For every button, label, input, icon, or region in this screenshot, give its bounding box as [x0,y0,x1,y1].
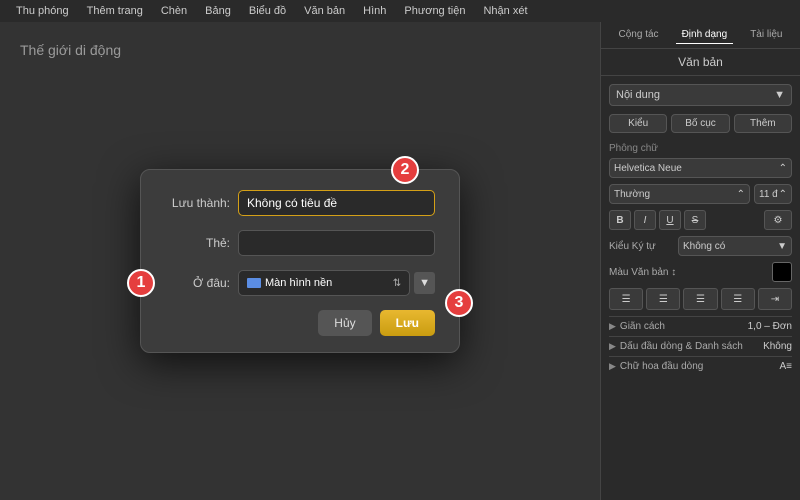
char-style-row: Kiểu Ký tự Không có ▼ [609,236,792,256]
list-section[interactable]: ▶ Dấu đầu dòng & Danh sách Không [609,336,792,356]
font-style-chevron-icon: ⌃ [737,189,745,200]
indent-button[interactable]: ⇥ [758,288,792,310]
spacing-section[interactable]: ▶ Giãn cách 1,0 – Đơn [609,316,792,336]
menu-thu-phong[interactable]: Thu phóng [8,3,77,19]
tab-tai-lieu[interactable]: Tài liệu [744,26,788,44]
sidebar-section-title: Văn bản [601,49,800,76]
badge-1: 1 [127,269,155,297]
align-center-button[interactable]: ☰ [646,288,680,310]
save-button[interactable]: Lưu [380,310,435,336]
caps-section[interactable]: ▶ Chữ hoa đầu dòng A≡ [609,356,792,376]
font-name-row: Helvetica Neue ⌃ [609,158,792,178]
menu-bieu-do[interactable]: Biểu đồ [241,3,294,19]
font-name-chevron-icon: ⌃ [779,163,787,174]
location-text: Màn hình nền [265,277,389,289]
spacing-label: Giãn cách [620,321,744,332]
more-styles-button[interactable]: ⚙ [764,210,792,230]
dialog-overlay: 1 2 3 Lưu thành: Thẻ: Ở đâu: [0,22,600,500]
cancel-button[interactable]: Hủy [318,310,371,336]
location-controls: Màn hình nền ⇅ ▼ [238,270,435,296]
badge-2: 2 [391,156,419,184]
spacing-value: 1,0 – Đơn [748,321,792,332]
spacing-chevron-icon: ▶ [609,321,616,332]
sidebar: Cộng tác Định dạng Tài liệu Văn bản Nội … [600,22,800,500]
caps-label: Chữ hoa đầu dòng [620,361,776,372]
tab-bo-cuc[interactable]: Bố cục [671,114,729,133]
align-right-button[interactable]: ☰ [683,288,717,310]
strikethrough-button[interactable]: S [684,210,706,230]
bold-button[interactable]: B [609,210,631,230]
italic-button[interactable]: I [634,210,656,230]
tag-input[interactable] [238,230,435,256]
main-area: Thế giới di động 1 2 3 Lưu thành: Thẻ: [0,22,800,500]
menu-chen[interactable]: Chèn [153,3,195,19]
font-size-box[interactable]: 11 đ ⌃ [754,184,792,204]
dialog-buttons: Hủy Lưu [165,310,435,336]
font-section-label: Phông chữ [609,143,792,154]
font-size-arrows-icon: ⌃ [779,189,787,200]
location-row: Ở đâu: Màn hình nền ⇅ ▼ [165,270,435,296]
filename-row: Lưu thành: [165,190,435,216]
menu-bang[interactable]: Bảng [197,3,239,19]
location-label: Ở đâu: [165,276,230,290]
list-value: Không [763,341,792,352]
tab-kieu[interactable]: Kiểu [609,114,667,133]
list-label: Dấu đầu dòng & Danh sách [620,341,759,352]
tab-them[interactable]: Thêm [734,114,792,133]
tag-row: Thẻ: [165,230,435,256]
tab-cong-tac[interactable]: Cộng tác [613,26,665,44]
format-tabs: Kiểu Bố cục Thêm [609,114,792,133]
filename-input[interactable] [238,190,435,216]
font-style-dropdown[interactable]: Thường ⌃ [609,184,750,204]
menu-phuong-tien[interactable]: Phương tiện [396,3,473,19]
location-select[interactable]: Màn hình nền ⇅ [238,270,410,296]
align-justify-button[interactable]: ☰ [721,288,755,310]
char-style-text: Không có [683,241,725,252]
save-dialog: 1 2 3 Lưu thành: Thẻ: Ở đâu: [140,169,460,353]
desktop-icon [247,278,261,288]
char-style-label: Kiểu Ký tự [609,241,674,252]
sidebar-content: Nội dung ▼ Kiểu Bố cục Thêm Phông chữ He… [601,76,800,500]
text-color-label: Màu Văn bản ↕ [609,267,768,278]
text-color-swatch[interactable] [772,262,792,282]
list-chevron-icon: ▶ [609,341,616,352]
font-name-text: Helvetica Neue [614,163,682,174]
char-style-dropdown[interactable]: Không có ▼ [678,236,792,256]
font-style-text: Thường [614,189,650,200]
location-chevron-btn[interactable]: ▼ [414,272,435,294]
doc-area: Thế giới di động 1 2 3 Lưu thành: Thẻ: [0,22,600,500]
align-row: ☰ ☰ ☰ ☰ ⇥ [609,288,792,310]
text-color-row: Màu Văn bản ↕ [609,262,792,282]
caps-chevron-icon: ▶ [609,361,616,372]
menu-hinh[interactable]: Hình [355,3,394,19]
font-style-row: Thường ⌃ 11 đ ⌃ [609,184,792,204]
menu-them-trang[interactable]: Thêm trang [79,3,151,19]
sidebar-top-tabs: Cộng tác Định dạng Tài liệu [601,22,800,49]
content-chevron-icon: ▼ [774,89,785,101]
caps-icon: A≡ [779,361,792,372]
align-left-button[interactable]: ☰ [609,288,643,310]
content-label: Nội dung [616,89,660,101]
location-arrows-icon: ⇅ [393,278,401,289]
menubar: Thu phóng Thêm trang Chèn Bảng Biểu đồ V… [0,0,800,22]
underline-button[interactable]: U [659,210,681,230]
char-style-chevron-icon: ▼ [777,241,787,252]
menu-nhan-xet[interactable]: Nhận xét [475,3,535,19]
menu-van-ban[interactable]: Văn bản [296,3,353,19]
save-label: Lưu thành: [165,196,230,210]
font-name-dropdown[interactable]: Helvetica Neue ⌃ [609,158,792,178]
tab-dinh-dang[interactable]: Định dạng [676,26,734,44]
font-size-text: 11 đ [759,189,778,200]
content-dropdown[interactable]: Nội dung ▼ [609,84,792,106]
badge-3: 3 [445,289,473,317]
style-buttons-row: B I U S ⚙ [609,210,792,230]
tag-label: Thẻ: [165,236,230,250]
